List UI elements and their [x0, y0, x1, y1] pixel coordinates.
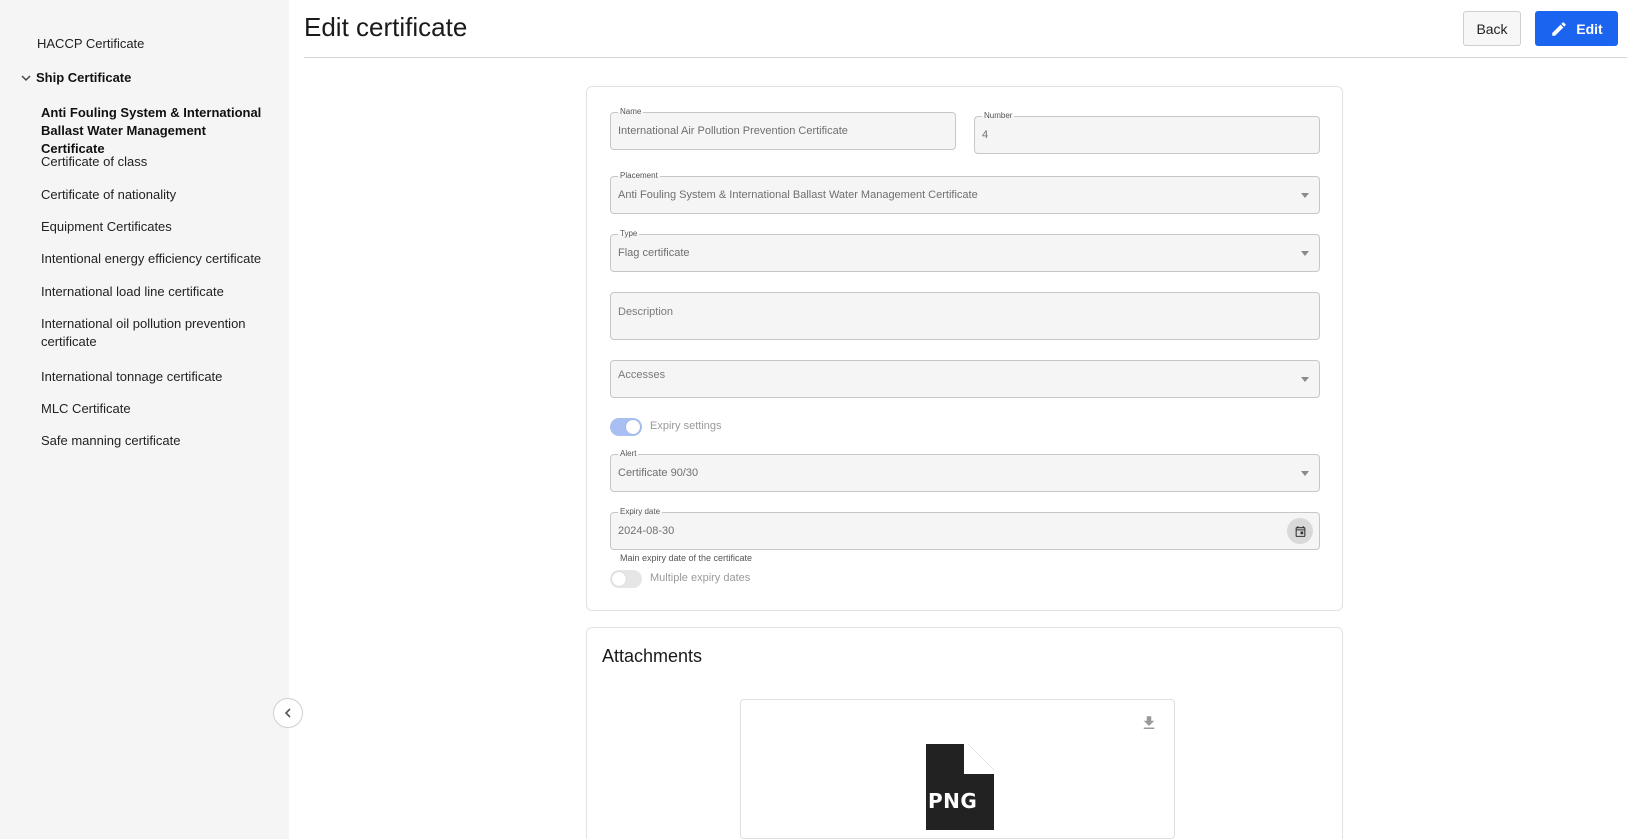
number-field[interactable]: Number 4	[974, 111, 1320, 154]
type-select-label: Type	[618, 229, 640, 239]
expiry-date-field[interactable]: Expiry date 2024-08-30	[610, 507, 1320, 550]
sidebar: HACCP Certificate Ship Certificate Anti …	[0, 0, 289, 839]
download-icon	[1143, 716, 1155, 729]
toggle-knob	[626, 420, 640, 434]
sidebar-group-ship-certificate[interactable]: Ship Certificate	[20, 70, 131, 85]
expiry-date-label: Expiry date	[618, 507, 663, 517]
description-placeholder: Description	[618, 306, 674, 318]
edit-button[interactable]: Edit	[1535, 11, 1618, 46]
caret-down-icon	[1301, 377, 1309, 382]
attachments-title: Attachments	[602, 646, 703, 666]
sidebar-item-oil-pollution[interactable]: International oil pollution prevention c…	[41, 315, 271, 351]
multiple-expiry-label: Multiple expiry dates	[650, 572, 751, 584]
alert-select[interactable]: Alert Certificate 90/30	[610, 449, 1320, 492]
placement-select[interactable]: Placement Anti Fouling System & Internat…	[610, 171, 1320, 214]
edit-button-label: Edit	[1576, 20, 1603, 37]
description-field[interactable]: Description	[610, 292, 1320, 340]
caret-down-icon	[1301, 193, 1309, 198]
sidebar-item-safe-manning[interactable]: Safe manning certificate	[41, 432, 271, 450]
caret-down-icon	[1301, 471, 1309, 476]
alert-select-value: Certificate 90/30	[618, 467, 699, 479]
download-button[interactable]	[1140, 714, 1158, 737]
sidebar-item-equipment-certificates[interactable]: Equipment Certificates	[41, 218, 271, 236]
sidebar-item-tonnage[interactable]: International tonnage certificate	[41, 368, 271, 386]
collapse-sidebar-button[interactable]	[273, 698, 303, 728]
expiry-date-value: 2024-08-30	[618, 525, 675, 537]
chevron-down-icon	[21, 74, 31, 81]
type-select-value: Flag certificate	[618, 247, 690, 259]
sidebar-item-mlc[interactable]: MLC Certificate	[41, 400, 271, 418]
multiple-expiry-toggle[interactable]	[610, 570, 642, 588]
expiry-date-helper: Main expiry date of the certificate	[620, 553, 753, 563]
number-field-label: Number	[982, 111, 1015, 121]
sidebar-item-load-line[interactable]: International load line certificate	[41, 283, 271, 301]
sidebar-item-energy-efficiency[interactable]: Intentional energy efficiency certificat…	[41, 250, 271, 268]
name-field-label: Name	[618, 107, 644, 117]
app-root: HACCP Certificate Ship Certificate Anti …	[0, 0, 1627, 839]
sidebar-group-label: Ship Certificate	[36, 70, 132, 85]
chevron-left-icon	[284, 708, 291, 718]
expiry-settings-label: Expiry settings	[650, 420, 722, 432]
attachment-tile[interactable]: PNG	[740, 699, 1175, 839]
sidebar-item-certificate-of-nationality[interactable]: Certificate of nationality	[41, 186, 271, 204]
png-file-icon	[926, 744, 994, 830]
sidebar-item-certificate-of-class[interactable]: Certificate of class	[41, 153, 271, 171]
sidebar-item-anti-fouling[interactable]: Anti Fouling System & International Ball…	[41, 104, 271, 158]
name-field-value: International Air Pollution Prevention C…	[618, 125, 848, 137]
attachments-card: Attachments PNG	[586, 627, 1343, 839]
certificate-form-card: Name International Air Pollution Prevent…	[586, 86, 1343, 611]
back-button[interactable]: Back	[1463, 11, 1521, 46]
png-file-label: PNG	[928, 789, 978, 813]
alert-select-label: Alert	[618, 449, 639, 459]
expiry-settings-toggle[interactable]	[610, 418, 642, 436]
placement-select-value: Anti Fouling System & International Ball…	[618, 189, 978, 201]
accesses-placeholder: Accesses	[618, 369, 666, 381]
number-field-value: 4	[982, 129, 989, 141]
sidebar-item-haccp[interactable]: HACCP Certificate	[37, 36, 144, 51]
caret-down-icon	[1301, 251, 1309, 256]
name-field[interactable]: Name International Air Pollution Prevent…	[610, 107, 956, 150]
calendar-icon	[1295, 525, 1305, 537]
accesses-select[interactable]: Accesses	[610, 360, 1320, 398]
calendar-button[interactable]	[1287, 518, 1313, 544]
page-title: Edit certificate	[304, 12, 468, 42]
placement-select-label: Placement	[618, 171, 660, 181]
header-divider	[304, 57, 1627, 58]
pencil-icon	[1552, 21, 1567, 36]
toggle-knob	[612, 572, 626, 586]
type-select[interactable]: Type Flag certificate	[610, 229, 1320, 272]
